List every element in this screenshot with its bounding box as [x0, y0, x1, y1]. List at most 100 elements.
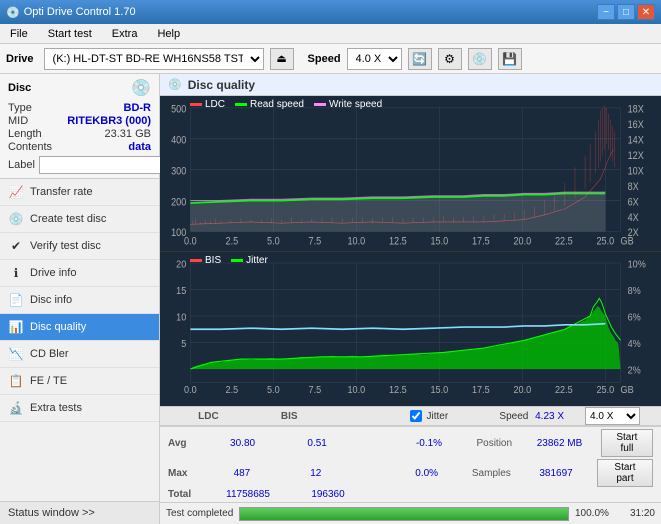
disc-label-input[interactable] [39, 156, 179, 174]
disc-mid-value: RITEKBR3 (000) [67, 115, 151, 127]
menu-file[interactable]: File [4, 27, 34, 41]
svg-text:10.0: 10.0 [347, 384, 365, 395]
svg-text:2%: 2% [628, 365, 642, 376]
svg-text:12.5: 12.5 [389, 384, 407, 395]
svg-text:7.5: 7.5 [309, 236, 322, 248]
max-samples-value: 381697 [519, 468, 593, 479]
sidebar-item-label: Transfer rate [30, 186, 93, 198]
stats-speed-header: Speed 4.23 X [491, 411, 572, 422]
disc-section-title: Disc [8, 82, 31, 94]
sidebar-item-transfer-rate[interactable]: 📈 Transfer rate [0, 179, 159, 206]
disc-quality-title: Disc quality [188, 78, 255, 92]
disc-type-row: Type BD-R [8, 102, 151, 114]
chart2-wrapper: BIS Jitter [160, 252, 661, 407]
sidebar-item-fe-te[interactable]: 📋 FE / TE [0, 368, 159, 395]
stats-speed-target: 4.0 X [572, 407, 653, 425]
status-window-button[interactable]: Status window >> [0, 501, 159, 524]
jitter-check-label: Jitter [426, 411, 448, 422]
eject-button[interactable]: ⏏ [270, 48, 294, 70]
disc-length-value: 23.31 GB [105, 128, 151, 140]
sidebar-item-cd-bler[interactable]: 📉 CD Bler [0, 341, 159, 368]
speed-select[interactable]: 4.0 X [347, 48, 402, 70]
sidebar-item-drive-info[interactable]: ℹ Drive info [0, 260, 159, 287]
sidebar-item-label: CD Bler [30, 348, 69, 360]
content-area: 💿 Disc quality LDC Read speed [160, 74, 661, 524]
svg-text:15: 15 [176, 285, 186, 296]
save-button[interactable]: 💾 [498, 48, 522, 70]
jitter-checkbox-container: Jitter [410, 410, 491, 422]
legend-write-speed: Write speed [314, 99, 382, 110]
svg-text:20.0: 20.0 [513, 236, 531, 248]
max-label: Max [168, 468, 205, 479]
sidebar-item-verify-test-disc[interactable]: ✔ Verify test disc [0, 233, 159, 260]
sidebar-item-label: FE / TE [30, 375, 67, 387]
drive-select[interactable]: (K:) HL-DT-ST BD-RE WH16NS58 TST4 [44, 48, 264, 70]
close-button[interactable]: ✕ [637, 4, 655, 20]
sidebar-item-extra-tests[interactable]: 🔬 Extra tests [0, 395, 159, 422]
sidebar-item-label: Extra tests [30, 402, 82, 414]
svg-text:25.0: 25.0 [596, 384, 614, 395]
svg-text:17.5: 17.5 [472, 384, 490, 395]
start-part-button[interactable]: Start part [597, 459, 653, 487]
svg-text:2.5: 2.5 [226, 384, 239, 395]
disc-type-label: Type [8, 102, 32, 114]
sidebar-item-label: Disc quality [30, 321, 86, 333]
read-speed-dot [235, 103, 247, 106]
max-jitter: 0.0% [390, 468, 464, 479]
svg-text:5.0: 5.0 [267, 236, 280, 248]
jitter-checkbox[interactable] [410, 410, 422, 422]
progress-container: Test completed 100.0% 31:20 [160, 502, 661, 524]
disc-mid-row: MID RITEKBR3 (000) [8, 115, 151, 127]
svg-text:7.5: 7.5 [309, 384, 322, 395]
disc-info-icon: 📄 [8, 292, 24, 308]
maximize-button[interactable]: □ [617, 4, 635, 20]
ldc-label: LDC [205, 99, 225, 110]
svg-text:20: 20 [176, 259, 186, 270]
bis-label: BIS [205, 255, 221, 266]
svg-text:15.0: 15.0 [430, 236, 448, 248]
media-button[interactable]: 💿 [468, 48, 492, 70]
svg-text:14X: 14X [628, 135, 645, 147]
sidebar-item-label: Disc info [30, 294, 72, 306]
cd-bler-icon: 📉 [8, 346, 24, 362]
ldc-dot [190, 103, 202, 106]
menu-start-test[interactable]: Start test [42, 27, 98, 41]
speed-target-select[interactable]: 4.0 X [585, 407, 640, 425]
svg-text:6X: 6X [628, 197, 639, 209]
sidebar-item-disc-info[interactable]: 📄 Disc info [0, 287, 159, 314]
settings-button[interactable]: ⚙ [438, 48, 462, 70]
refresh-button[interactable]: 🔄 [408, 48, 432, 70]
status-text: Test completed [166, 508, 233, 519]
svg-text:0.0: 0.0 [184, 384, 197, 395]
svg-text:22.5: 22.5 [555, 236, 573, 248]
speed-header-value: 4.23 X [535, 411, 564, 422]
charts-container: LDC Read speed Write speed [160, 96, 661, 406]
disc-icon: 💿 [131, 78, 151, 98]
max-ldc: 487 [205, 468, 279, 479]
disc-panel: Disc 💿 Type BD-R MID RITEKBR3 (000) Leng… [0, 74, 159, 179]
start-full-button[interactable]: Start full [601, 429, 653, 457]
disc-panel-header: Disc 💿 [8, 78, 151, 98]
menu-bar: File Start test Extra Help [0, 24, 661, 44]
svg-text:5: 5 [181, 338, 186, 349]
avg-jitter: -0.1% [392, 438, 467, 449]
disc-contents-row: Contents data [8, 141, 151, 153]
sidebar-item-create-test-disc[interactable]: 💿 Create test disc [0, 206, 159, 233]
title-bar: 💿 Opti Drive Control 1.70 − □ ✕ [0, 0, 661, 24]
svg-text:16X: 16X [628, 119, 645, 131]
stats-header-row: LDC BIS Jitter Speed 4.23 X 4.0 X [160, 406, 661, 426]
svg-text:8%: 8% [628, 285, 642, 296]
minimize-button[interactable]: − [597, 4, 615, 20]
disc-type-value: BD-R [124, 102, 152, 114]
avg-bis: 0.51 [280, 438, 355, 449]
chart2-svg: 20 15 10 5 10% 8% 6% 4% 2% 0.0 2.5 5.0 7… [160, 252, 661, 407]
disc-quality-icon: 📊 [8, 319, 24, 335]
menu-help[interactable]: Help [151, 27, 186, 41]
avg-ldc: 30.80 [205, 438, 280, 449]
svg-text:10: 10 [176, 312, 186, 323]
svg-text:300: 300 [171, 166, 187, 178]
title-bar-controls: − □ ✕ [597, 4, 655, 20]
menu-extra[interactable]: Extra [106, 27, 144, 41]
disc-mid-label: MID [8, 115, 28, 127]
sidebar-item-disc-quality[interactable]: 📊 Disc quality [0, 314, 159, 341]
